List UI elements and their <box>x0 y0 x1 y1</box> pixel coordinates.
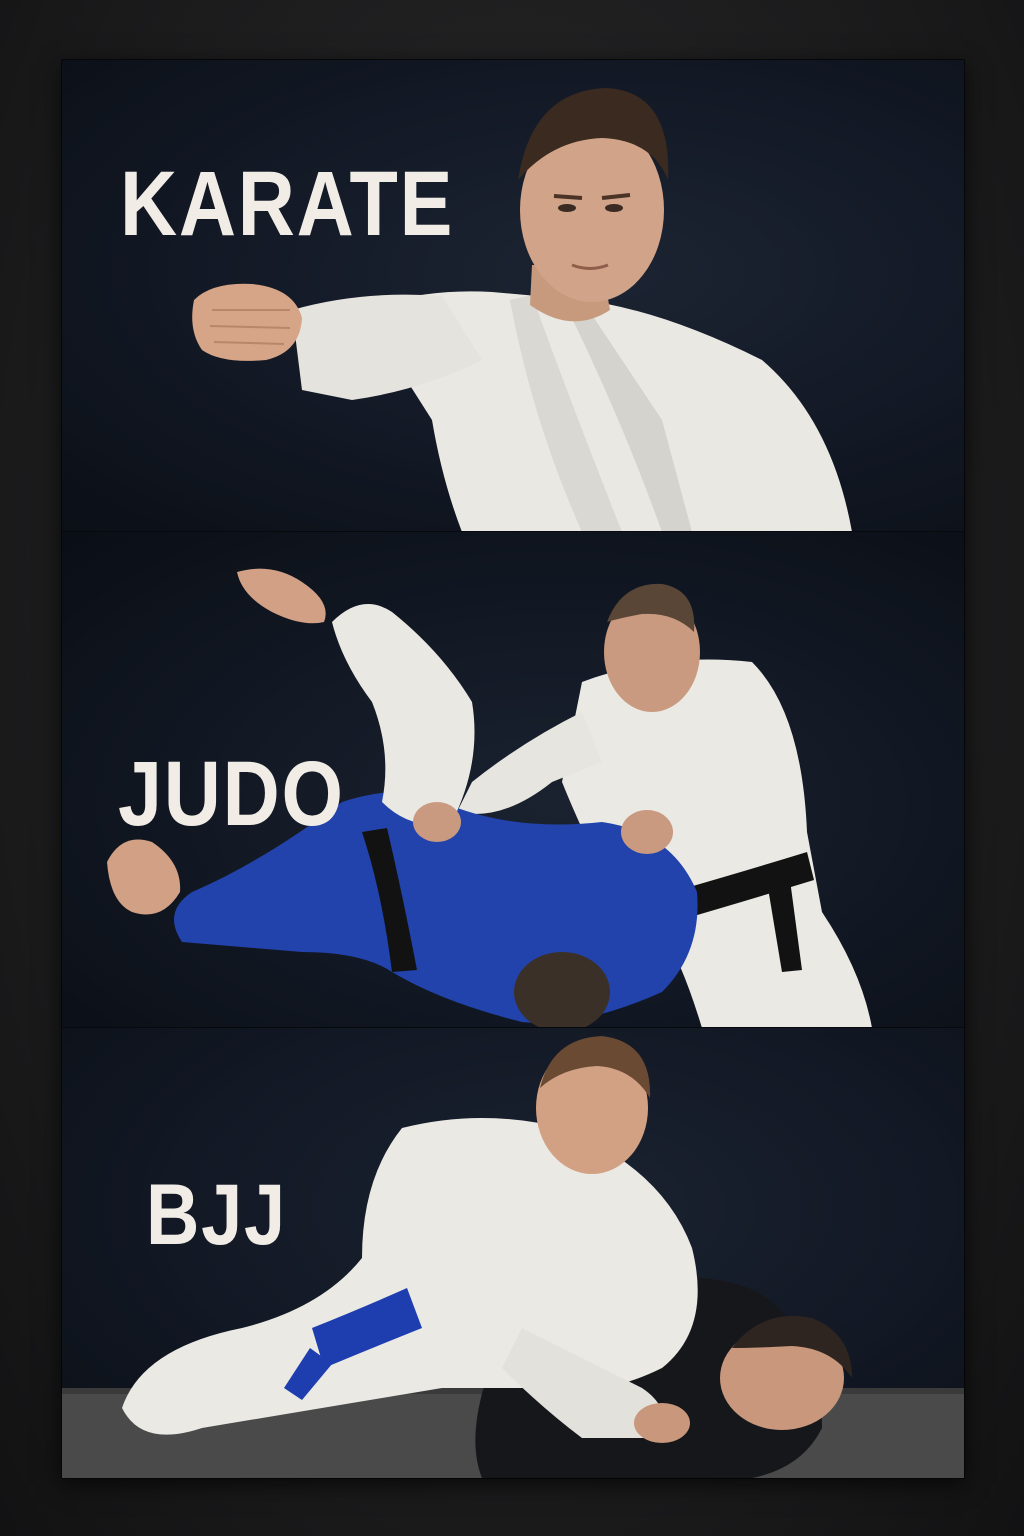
martial-arts-poster: KARATE JUDO BJJ <box>62 60 964 1478</box>
judo-label: JUDO <box>118 743 345 845</box>
poster-frame: KARATE JUDO BJJ <box>0 0 1024 1536</box>
judo-panel: JUDO <box>62 532 964 1028</box>
karate-panel: KARATE <box>62 60 964 532</box>
bjj-label: BJJ <box>146 1167 287 1263</box>
karate-photo <box>192 88 852 532</box>
karate-label: KARATE <box>120 153 455 255</box>
bjj-panel: BJJ <box>62 1028 964 1478</box>
